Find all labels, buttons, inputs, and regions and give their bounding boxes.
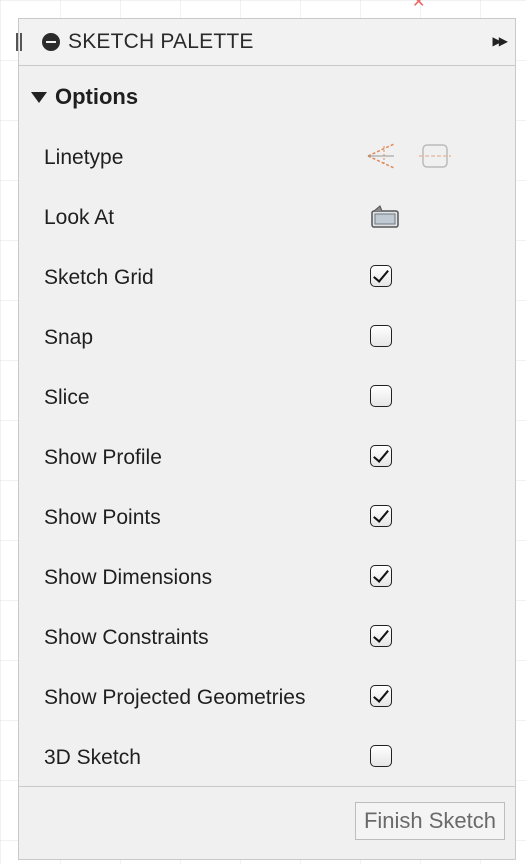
option-label: Linetype bbox=[44, 146, 124, 169]
look-at-icon[interactable] bbox=[370, 203, 400, 231]
checkbox-wrapper bbox=[370, 745, 392, 767]
option-row-show-dimensions: Show Dimensions bbox=[19, 548, 515, 608]
option-row-slice: Slice bbox=[19, 368, 515, 428]
sketch-palette: SKETCH PALETTE ▶▶ Options Linetype Look A… bbox=[16, 18, 516, 860]
fast-forward-icon[interactable]: ▶▶ bbox=[493, 34, 509, 48]
option-label: Slice bbox=[44, 386, 90, 409]
show-profile-checkbox[interactable] bbox=[370, 445, 392, 467]
minus-circle-icon[interactable] bbox=[42, 33, 60, 51]
slice-checkbox[interactable] bbox=[370, 385, 392, 407]
triangle-down-icon[interactable] bbox=[31, 91, 47, 103]
option-label: Show Profile bbox=[44, 446, 162, 469]
show-projected-geometries-checkbox[interactable] bbox=[370, 685, 392, 707]
option-label: Show Constraints bbox=[44, 626, 209, 649]
option-row-show-constraints: Show Constraints bbox=[19, 608, 515, 668]
options-section-title: Options bbox=[55, 84, 139, 109]
show-dimensions-checkbox[interactable] bbox=[370, 565, 392, 587]
3d-sketch-checkbox[interactable] bbox=[370, 745, 392, 767]
option-label: Look At bbox=[44, 206, 115, 229]
option-row-show-profile: Show Profile bbox=[19, 428, 515, 488]
checkbox-wrapper bbox=[370, 505, 392, 527]
option-row-linetype: Linetype bbox=[19, 128, 515, 188]
option-label: Sketch Grid bbox=[44, 266, 154, 289]
linetype-buttons bbox=[364, 141, 452, 171]
option-row-show-projected-geometries: Show Projected Geometries bbox=[19, 668, 515, 728]
option-row-snap: Snap bbox=[19, 308, 515, 368]
centerline-icon[interactable] bbox=[418, 141, 452, 171]
option-row-show-points: Show Points bbox=[19, 488, 515, 548]
show-points-checkbox[interactable] bbox=[370, 505, 392, 527]
option-row-3d-sketch: 3D Sketch bbox=[19, 728, 515, 788]
checkbox-wrapper bbox=[370, 325, 392, 347]
look-at-wrapper bbox=[370, 203, 400, 236]
snap-checkbox[interactable] bbox=[370, 325, 392, 347]
option-row-look-at: Look At bbox=[19, 188, 515, 248]
checkbox-wrapper bbox=[370, 265, 392, 287]
canvas-axis-mark: ✕ bbox=[412, 0, 426, 11]
construction-line-icon[interactable] bbox=[364, 141, 398, 171]
options-list: Linetype Look At Sketch Grid Snap Slice Show … bbox=[19, 128, 515, 788]
option-label: 3D Sketch bbox=[44, 746, 141, 769]
option-label: Show Dimensions bbox=[44, 566, 213, 589]
palette-titlebar[interactable]: SKETCH PALETTE ▶▶ bbox=[16, 19, 515, 66]
option-label: Snap bbox=[44, 326, 94, 349]
option-row-sketch-grid: Sketch Grid bbox=[19, 248, 515, 308]
options-section-header[interactable]: Options bbox=[19, 66, 515, 128]
checkbox-wrapper bbox=[370, 625, 392, 647]
option-label: Show Projected Geometries bbox=[44, 686, 306, 709]
finish-sketch-button[interactable]: Finish Sketch bbox=[354, 802, 505, 840]
checkbox-wrapper bbox=[370, 385, 392, 407]
checkbox-wrapper bbox=[370, 445, 392, 467]
checkbox-wrapper bbox=[370, 685, 392, 707]
sketch-grid-checkbox[interactable] bbox=[370, 265, 392, 287]
palette-footer: Finish Sketch bbox=[19, 786, 515, 859]
checkbox-wrapper bbox=[370, 565, 392, 587]
drag-grip-icon[interactable] bbox=[16, 33, 22, 51]
palette-title: SKETCH PALETTE bbox=[68, 30, 254, 53]
show-constraints-checkbox[interactable] bbox=[370, 625, 392, 647]
option-label: Show Points bbox=[44, 506, 161, 529]
